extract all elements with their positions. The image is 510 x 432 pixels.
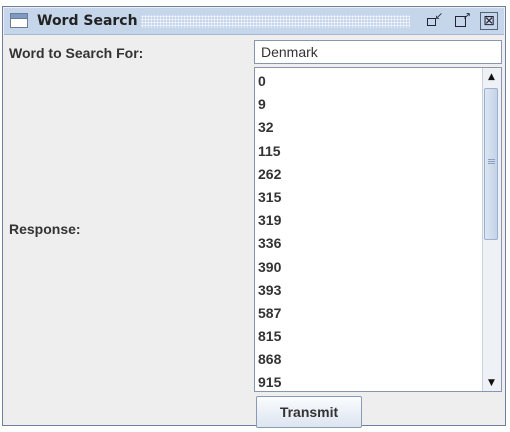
list-item[interactable]: 815 xyxy=(255,325,483,348)
list-item[interactable]: 390 xyxy=(255,256,483,279)
response-label: Response: xyxy=(9,221,81,237)
scroll-up-icon[interactable]: ▲ xyxy=(483,68,500,85)
window-title: Word Search xyxy=(37,13,138,29)
list-item[interactable]: 915 xyxy=(255,371,483,391)
transmit-button[interactable]: Transmit xyxy=(256,396,362,428)
response-list-items: 0 9 32 115 262 315 319 336 390 393 587 815 868 915 xyxy=(255,68,483,391)
list-item[interactable]: 262 xyxy=(255,163,483,186)
scroll-thumb-grip xyxy=(488,159,495,165)
word-search-window: Word Search ↙ ↗ ⊠ Word to Search For: De… xyxy=(2,6,506,428)
list-item[interactable]: 319 xyxy=(255,209,483,232)
list-item[interactable]: 9 xyxy=(255,93,483,116)
close-icon[interactable]: ⊠ xyxy=(480,12,498,30)
list-item[interactable]: 0 xyxy=(255,70,483,93)
list-item[interactable]: 315 xyxy=(255,186,483,209)
list-item[interactable]: 868 xyxy=(255,348,483,371)
word-to-search-label: Word to Search For: xyxy=(9,45,144,61)
word-search-input[interactable]: Denmark xyxy=(254,40,502,64)
list-item[interactable]: 115 xyxy=(255,140,483,163)
title-bar-grip xyxy=(141,15,410,28)
list-item[interactable]: 32 xyxy=(255,116,483,139)
window-icon xyxy=(10,13,28,28)
title-bar[interactable]: Word Search ↙ ↗ ⊠ xyxy=(4,8,504,35)
list-item[interactable]: 587 xyxy=(255,302,483,325)
list-item[interactable]: 393 xyxy=(255,279,483,302)
response-list[interactable]: 0 9 32 115 262 315 319 336 390 393 587 815 868 915 ▲ … xyxy=(254,67,502,392)
list-item[interactable]: 336 xyxy=(255,232,483,255)
vertical-scrollbar[interactable]: ▲ ▼ xyxy=(482,68,501,391)
scroll-thumb[interactable] xyxy=(484,88,498,240)
scroll-down-icon[interactable]: ▼ xyxy=(483,374,500,391)
iconify-icon[interactable]: ↙ xyxy=(424,11,444,31)
window-controls: ↙ ↗ ⊠ xyxy=(424,11,498,31)
maximize-icon[interactable]: ↗ xyxy=(452,11,472,31)
